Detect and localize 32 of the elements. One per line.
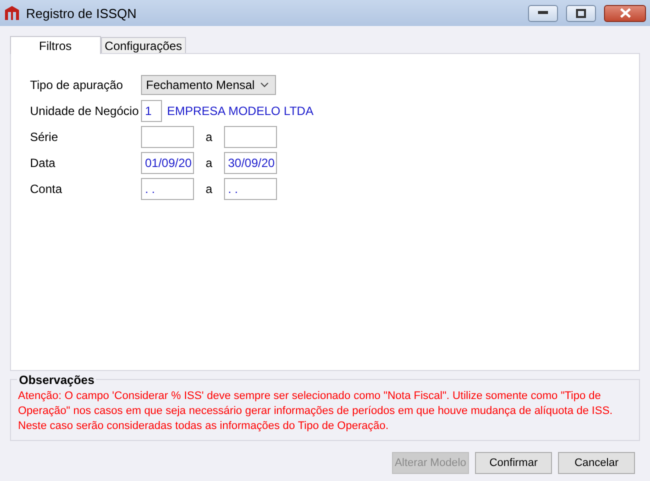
tab[interactable]: Filtros xyxy=(10,36,101,54)
maximize-button[interactable] xyxy=(566,4,596,22)
dialog-button[interactable]: Cancelar xyxy=(558,452,635,474)
minimize-icon xyxy=(538,11,548,15)
field-label: Data xyxy=(30,156,56,170)
maximize-icon xyxy=(576,8,586,18)
input-field[interactable]: 01/09/20 xyxy=(141,152,194,174)
input-field[interactable]: . . xyxy=(141,178,194,200)
group-title: Observações xyxy=(17,373,96,387)
warning-text: Atenção: O campo 'Considerar % ISS' deve sempre ser selecionado como "Nota Fiscal". Utilize somente como "Tipo de Operação" nos casos em que seja necessário gerar informações de períodos em que houve mudança de alíquota de ISS. Neste caso serão consideradas todas as informações do Tipo de Operação. xyxy=(18,389,614,434)
field-label: Tipo de apuração xyxy=(30,78,124,92)
company-name: EMPRESA MODELO LTDA xyxy=(167,104,314,118)
app-logo-icon xyxy=(4,5,20,21)
field-label: Conta xyxy=(30,182,64,196)
input-field[interactable]: 30/09/20 xyxy=(224,152,277,174)
window-title: Registro de ISSQN xyxy=(26,6,138,20)
close-button[interactable] xyxy=(604,4,646,22)
range-separator: a xyxy=(204,130,214,144)
tab[interactable]: Configurações xyxy=(100,37,186,53)
input-field[interactable]: 1 xyxy=(141,100,162,122)
input-field[interactable] xyxy=(141,126,194,148)
field-label: Série xyxy=(30,130,60,144)
input-field[interactable] xyxy=(224,126,277,148)
dropdown[interactable]: Fechamento Mensal xyxy=(141,75,276,95)
dialog-button[interactable]: Confirmar xyxy=(475,452,552,474)
close-icon xyxy=(620,8,630,18)
chevron-icon xyxy=(260,82,269,88)
field-label: Unidade de Negócio xyxy=(30,104,140,118)
range-separator: a xyxy=(204,182,214,196)
minimize-button[interactable] xyxy=(528,4,558,22)
input-field[interactable]: . . xyxy=(224,178,277,200)
range-separator: a xyxy=(204,156,214,170)
